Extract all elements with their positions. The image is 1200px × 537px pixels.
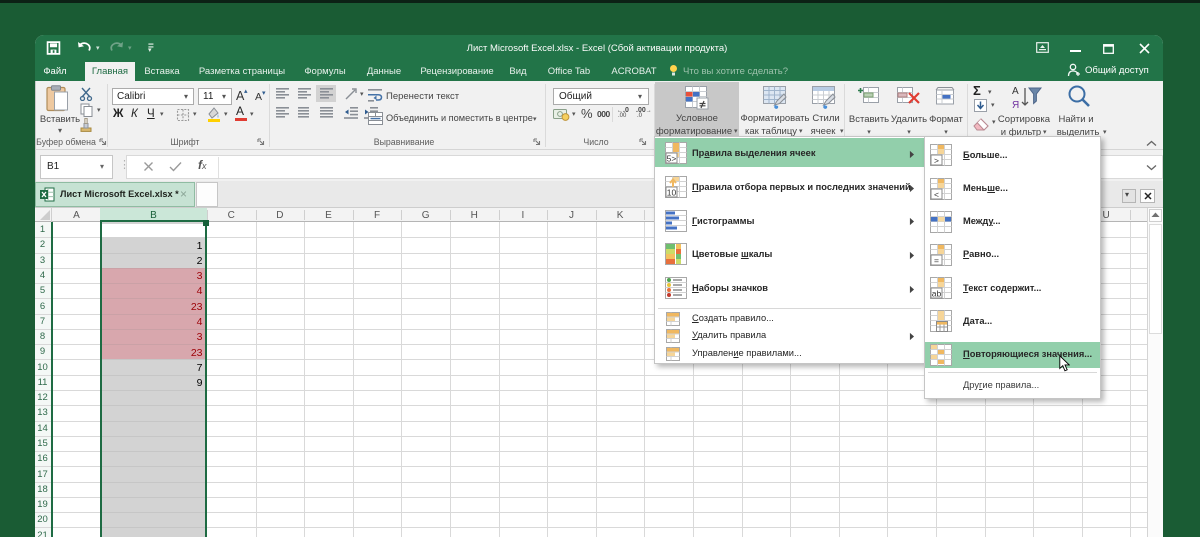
svg-text:>: > xyxy=(934,156,939,166)
svg-text:=: = xyxy=(934,255,939,265)
svg-text:ab: ab xyxy=(932,289,942,299)
svg-text:<: < xyxy=(934,189,939,199)
svg-text:Я: Я xyxy=(1012,100,1019,110)
svg-text:5>: 5> xyxy=(667,154,677,164)
svg-text:А: А xyxy=(1012,86,1019,97)
svg-text:10: 10 xyxy=(667,188,677,198)
